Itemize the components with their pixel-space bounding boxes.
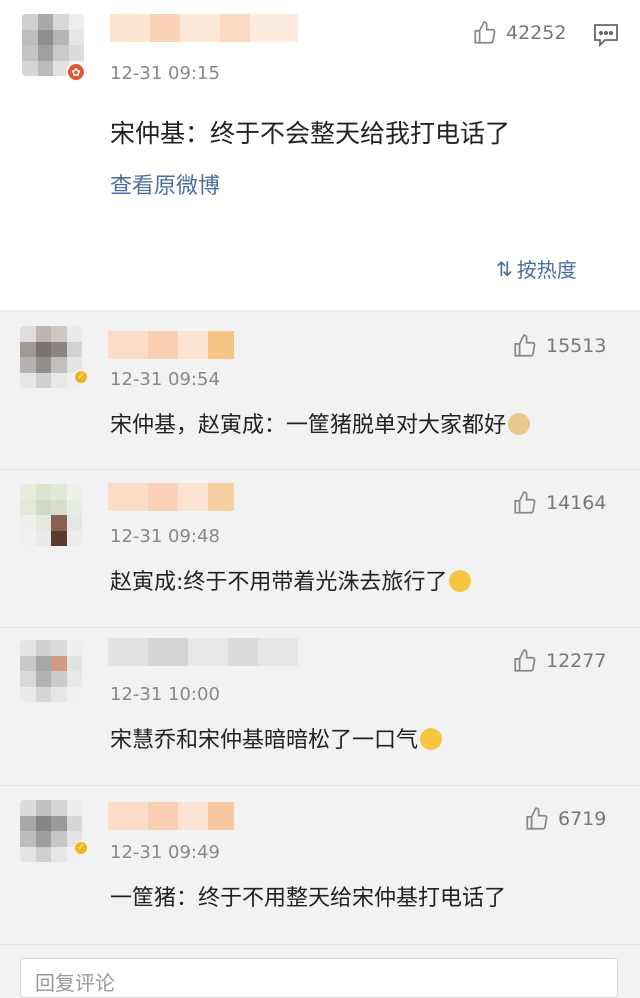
avatar[interactable]: [20, 640, 82, 702]
thumbs-up-icon: [514, 649, 536, 672]
comment-time: 12-31 09:15: [110, 63, 220, 84]
main-comment: ✿ 12-31 09:15 42252 宋仲基：终于不会整天给我打电话了 查看原…: [0, 0, 640, 310]
like-button[interactable]: 15513: [512, 333, 606, 359]
reply-comment-input[interactable]: 回复评论: [20, 958, 618, 998]
reply-item: ✓ 12-31 09:54 15513 宋仲基，赵寅成：一筐猪脱单对大家都好: [0, 311, 640, 470]
like-button[interactable]: 12277: [512, 648, 606, 674]
reply-item: 12-31 09:48 14164 赵寅成:终于不用带着光洙去旅行了: [0, 470, 640, 628]
like-count: 15513: [546, 335, 607, 357]
view-original-link[interactable]: 查看原微博: [110, 168, 220, 200]
verified-badge-icon: ✿: [66, 62, 86, 82]
doge-emoji-icon: [508, 413, 531, 435]
username-blurred[interactable]: [108, 638, 298, 666]
comment-bar: 回复评论: [0, 946, 640, 998]
comment-text: 宋仲基，赵寅成：一筐猪脱单对大家都好: [110, 407, 531, 439]
comment-text-body: 宋慧乔和宋仲基暗暗松了一口气: [110, 728, 419, 753]
like-count: 12277: [546, 650, 607, 672]
username-blurred[interactable]: [108, 802, 234, 830]
username-blurred[interactable]: [110, 14, 298, 42]
reply-item: ✓ 12-31 09:49 6719 一筐猪：终于不用整天给宋仲基打电话了: [0, 786, 640, 945]
thumbs-up-icon: [474, 21, 496, 44]
verified-badge-icon: ✓: [73, 840, 89, 856]
comment-text: 宋慧乔和宋仲基暗暗松了一口气: [110, 722, 443, 754]
comment-text: 宋仲基：终于不会整天给我打电话了: [110, 119, 511, 148]
like-count: 6719: [558, 808, 607, 830]
comment-time: 12-31 09:48: [110, 526, 220, 547]
thumbs-up-icon: [526, 807, 548, 830]
verified-badge-icon: ✓: [73, 369, 89, 385]
laugh-cry-emoji-icon: [449, 570, 472, 592]
comment-time: 12-31 09:54: [110, 369, 220, 390]
sort-icon: ⇅: [496, 256, 513, 281]
thumbs-up-icon: [514, 334, 536, 357]
comment-text: 一筐猪：终于不用整天给宋仲基打电话了: [110, 886, 507, 911]
thumbs-up-icon: [514, 491, 536, 514]
reply-item: 12-31 10:00 12277 宋慧乔和宋仲基暗暗松了一口气: [0, 628, 640, 786]
like-button[interactable]: 14164: [512, 490, 606, 516]
comment-text-body: 赵寅成:终于不用带着光洙去旅行了: [110, 570, 448, 595]
sort-label: 按热度: [516, 258, 577, 282]
relieved-emoji-icon: [420, 728, 443, 750]
like-button[interactable]: 6719: [524, 806, 606, 832]
username-blurred[interactable]: [108, 331, 234, 359]
avatar[interactable]: [20, 484, 82, 546]
comment-icon[interactable]: [592, 22, 620, 52]
avatar[interactable]: [20, 800, 82, 862]
username-blurred[interactable]: [108, 483, 234, 511]
like-count: 14164: [546, 492, 607, 514]
comment-time: 12-31 10:00: [110, 684, 220, 705]
like-button[interactable]: 42252: [472, 20, 566, 46]
comment-text: 赵寅成:终于不用带着光洙去旅行了: [110, 564, 472, 596]
sort-by-popularity[interactable]: ⇅ 按热度: [496, 254, 577, 283]
like-count: 42252: [506, 22, 567, 44]
comment-text-body: 宋仲基，赵寅成：一筐猪脱单对大家都好: [110, 413, 507, 438]
comment-time: 12-31 09:49: [110, 842, 220, 863]
